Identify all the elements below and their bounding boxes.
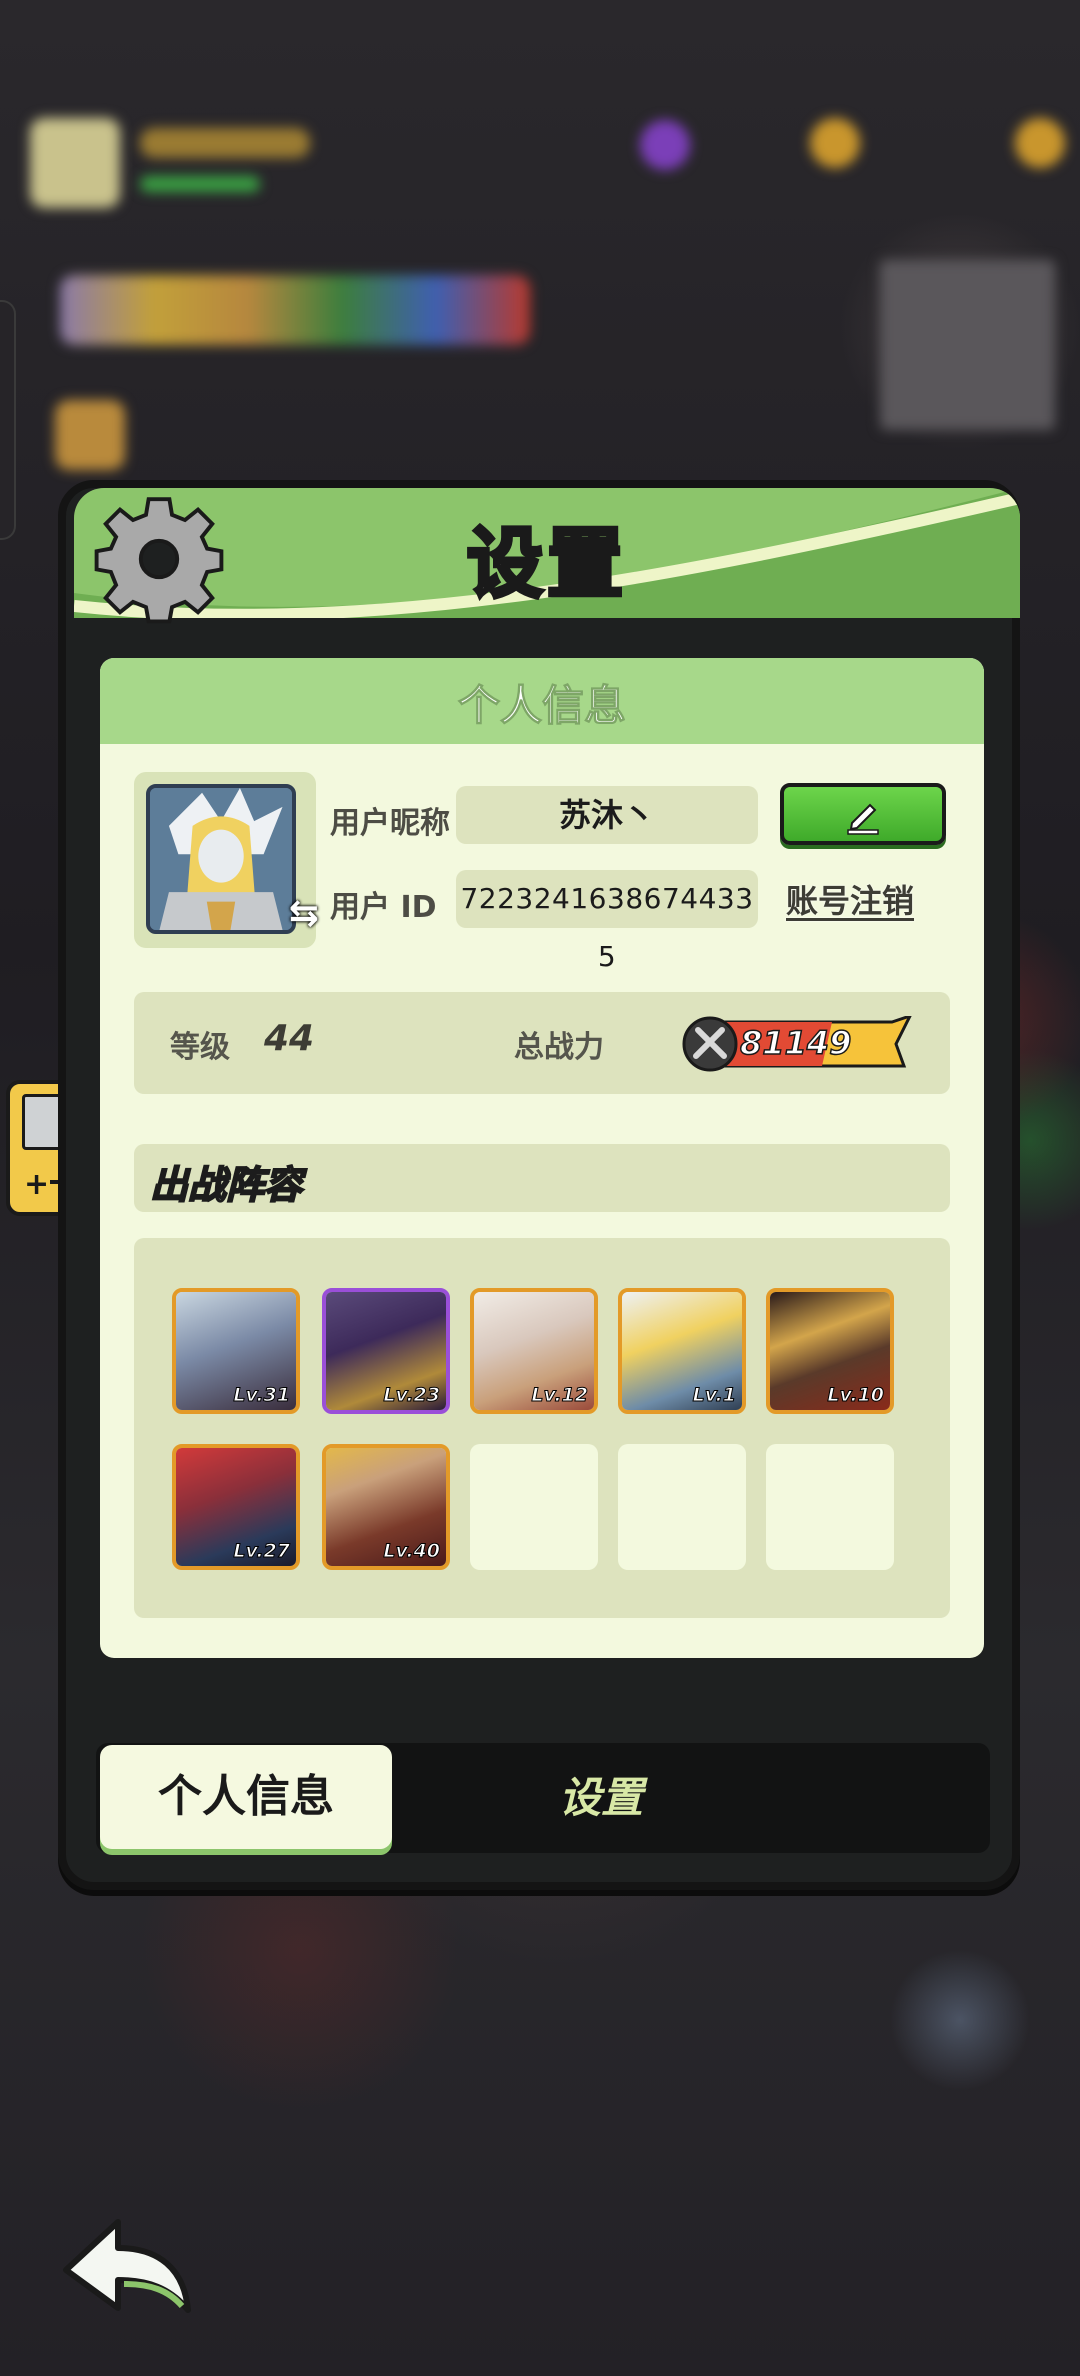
profile-card: 个人信息 ⇆ 用户昵称 苏沐丶 用户 ID 7223241638674433 5… <box>100 658 984 1658</box>
hero-level: Lv.31 <box>233 1384 291 1407</box>
avatar-frame[interactable]: ⇆ <box>134 772 319 948</box>
team-lineup: Lv.31 Lv.23 Lv.12 Lv.1 Lv.10 Lv.27 Lv.40 <box>134 1238 950 1618</box>
user-id-field: 7223241638674433 5 <box>456 870 758 973</box>
house-icon <box>55 400 125 470</box>
settings-panel: 设置 个人信息 ⇆ 用户昵称 苏沐丶 用户 ID 722324163867443… <box>58 480 1020 1890</box>
minimap-blurred <box>880 260 1055 430</box>
pencil-icon <box>847 803 879 835</box>
hero-level: Lv.10 <box>827 1384 885 1407</box>
hud-feature-icons-blurred <box>60 275 530 345</box>
hero-slot-4[interactable]: Lv.1 <box>618 1288 746 1414</box>
hud-avatar-blurred <box>30 118 120 208</box>
cancel-account-link[interactable]: 账号注销 <box>786 876 914 922</box>
empty-hero-slot[interactable] <box>470 1444 598 1570</box>
stats-bar: 等级 44 总战力 81149 <box>134 992 950 1094</box>
side-drawer-tab[interactable] <box>0 300 16 540</box>
hero-slot-6[interactable]: Lv.27 <box>172 1444 300 1570</box>
team-title: 出战阵容 <box>149 1162 303 1208</box>
coin-icon <box>810 118 860 168</box>
gem-icon <box>640 120 690 170</box>
hero-level: Lv.1 <box>692 1384 736 1407</box>
level-label: 等级 <box>170 1030 230 1065</box>
nickname-label: 用户昵称 <box>330 806 450 841</box>
tab-settings[interactable]: 设置 <box>496 1743 706 1853</box>
panel-title: 设置 <box>465 517 627 610</box>
hero-level: Lv.40 <box>383 1540 441 1563</box>
empty-hero-slot[interactable] <box>618 1444 746 1570</box>
power-label: 总战力 <box>514 1030 604 1065</box>
tab-profile[interactable]: 个人信息 <box>100 1745 392 1849</box>
power-badge: 81149 <box>682 1016 912 1072</box>
swap-avatar-icon[interactable]: ⇆ <box>284 894 324 934</box>
hero-slot-3[interactable]: Lv.12 <box>470 1288 598 1414</box>
hero-slot-7[interactable]: Lv.40 <box>322 1444 450 1570</box>
hud-exp-bar-blurred <box>140 176 260 192</box>
user-id-label: 用户 ID <box>330 890 437 925</box>
hero-slot-5[interactable]: Lv.10 <box>766 1288 894 1414</box>
back-arrow-icon[interactable] <box>58 2210 198 2320</box>
power-value: 81149 <box>739 1023 852 1063</box>
edit-nickname-button[interactable] <box>780 783 946 845</box>
hero-level: Lv.12 <box>531 1384 589 1407</box>
tab-bar: 个人信息 设置 <box>96 1743 990 1853</box>
card-title: 个人信息 <box>457 681 626 731</box>
level-value: 44 <box>264 1018 315 1059</box>
avatar <box>146 784 296 934</box>
hero-level: Lv.23 <box>383 1384 441 1407</box>
hero-level: Lv.27 <box>233 1540 291 1563</box>
hero-slot-2[interactable]: Lv.23 <box>322 1288 450 1414</box>
hud-name-blurred <box>140 128 310 158</box>
nickname-field: 苏沐丶 <box>456 786 758 844</box>
hero-slot-1[interactable]: Lv.31 <box>172 1288 300 1414</box>
card-header: 个人信息 <box>100 658 984 744</box>
empty-hero-slot[interactable] <box>766 1444 894 1570</box>
team-header: 出战阵容 <box>134 1144 950 1212</box>
coin-icon <box>1015 118 1065 168</box>
